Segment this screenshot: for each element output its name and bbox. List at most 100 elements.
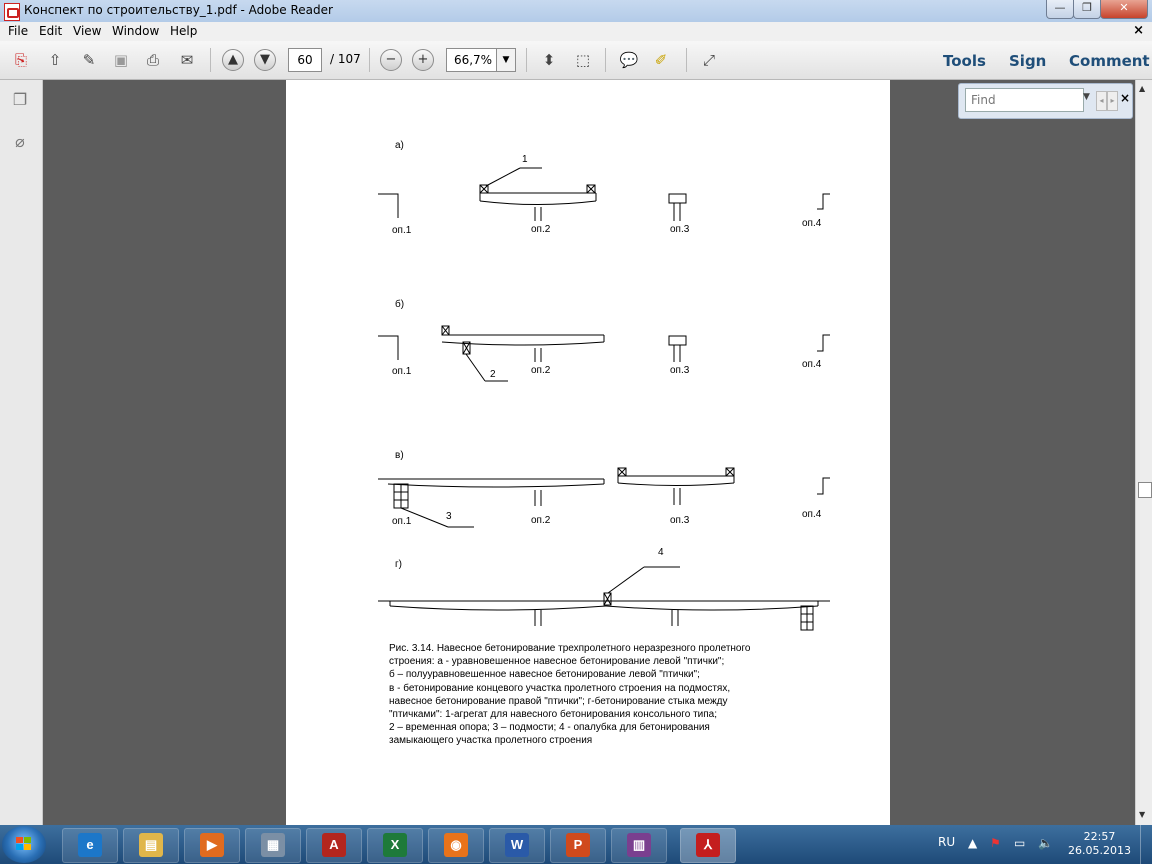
maximize-button[interactable]: ❐ (1073, 0, 1101, 19)
toolbar-separator (526, 48, 527, 72)
scrollbar-thumb[interactable] (1138, 482, 1152, 498)
action-center-icon[interactable]: ⚑ (990, 836, 1001, 850)
save-icon[interactable]: ▣ (110, 50, 132, 70)
fit-width-icon[interactable]: ⬚ (572, 50, 594, 70)
minimize-button[interactable]: — (1046, 0, 1074, 19)
taskbar-app-adobe-reader[interactable]: ⅄ (680, 828, 736, 863)
pier-label: оп.2 (531, 224, 551, 235)
scroll-up-icon[interactable]: ▲ (1139, 84, 1145, 93)
menu-window[interactable]: Window (112, 24, 159, 38)
volume-icon[interactable]: 🔈 (1038, 836, 1053, 850)
pages-icon[interactable]: ❐ (10, 90, 30, 112)
panel-letter: б) (395, 299, 405, 310)
create-pdf-icon[interactable]: ⎘ (10, 50, 32, 70)
pier-label: оп.1 (392, 225, 412, 236)
adobe-reader-icon: ⅄ (696, 833, 720, 857)
taskbar-app-explorer[interactable]: ▤ (123, 828, 179, 863)
taskbar-app-winrar[interactable]: ▥ (611, 828, 667, 863)
taskbar-app-excel[interactable]: X (367, 828, 423, 863)
comment-icon[interactable]: 💬 (618, 50, 640, 70)
caption-line: навесное бетонирование правой "птички"; … (389, 695, 728, 707)
vertical-scrollbar[interactable]: ▲ ▼ (1135, 80, 1152, 825)
email-icon[interactable]: ✉ (176, 50, 198, 70)
find-next-icon[interactable]: ▸ (1107, 91, 1118, 111)
pier-label: оп.4 (802, 218, 822, 229)
caption-line: замыкающего участка пролетного строения (389, 735, 593, 747)
toolbar-separator (605, 48, 606, 72)
language-indicator[interactable]: RU (938, 835, 955, 849)
callout-number: 3 (446, 511, 452, 522)
caption-line: строения: а - уравновешенное навесное бе… (389, 656, 725, 668)
open-file-icon[interactable]: ⇧ (44, 50, 66, 70)
menu-file[interactable]: File (8, 24, 28, 38)
callout-number: 4 (658, 547, 664, 558)
next-page-button[interactable]: ▼ (254, 49, 276, 71)
pier-4-outline (817, 193, 830, 210)
find-input[interactable]: Find (965, 88, 1084, 112)
caption-line: 2 – временная опора; 3 – подмости; 4 - о… (389, 722, 710, 734)
zoom-in-button[interactable]: + (412, 49, 434, 71)
taskbar-app-calculator[interactable]: ▦ (245, 828, 301, 863)
menu-help[interactable]: Help (170, 24, 197, 38)
tools-link[interactable]: Tools (943, 52, 986, 70)
zoom-input[interactable]: 66,7% (446, 48, 500, 72)
start-button[interactable] (2, 826, 46, 863)
excel-icon: X (383, 833, 407, 857)
pier-label: оп.4 (802, 509, 822, 520)
taskbar-app-word[interactable]: W (489, 828, 545, 863)
edit-file-icon[interactable]: ✎ (78, 50, 100, 70)
word-icon: W (505, 833, 529, 857)
attachments-icon[interactable]: ⌀ (10, 132, 30, 154)
find-bar: Find ▼ ◂ ▸ × (958, 83, 1133, 119)
firefox-icon: ◉ (444, 833, 468, 857)
clock[interactable]: 22:57 26.05.2013 (1068, 830, 1131, 858)
fit-page-icon[interactable]: ⬍ (538, 50, 560, 70)
figure-caption: Рис. 3.14. Навесное бетонирование трехпр… (389, 642, 849, 748)
zoom-out-button[interactable]: − (380, 49, 402, 71)
winrar-icon: ▥ (627, 833, 651, 857)
close-document-icon[interactable]: × (1133, 23, 1144, 38)
autocad-icon: A (322, 833, 346, 857)
show-desktop-button[interactable] (1140, 825, 1152, 864)
pier-3-cap (668, 193, 687, 204)
sign-link[interactable]: Sign (1009, 52, 1046, 70)
find-close-icon[interactable]: × (1120, 91, 1130, 105)
navigation-panel: ❐ ⌀ (0, 80, 43, 825)
menu-view[interactable]: View (73, 24, 101, 38)
caption-line: б – полууравновешенное навесное бетониро… (389, 669, 700, 681)
explorer-icon: ▤ (139, 833, 163, 857)
girder-bottom (479, 200, 597, 205)
taskbar-app-powerpoint[interactable]: P (550, 828, 606, 863)
adobe-reader-icon (4, 3, 20, 21)
network-icon[interactable]: ▭ (1014, 836, 1025, 850)
taskbar-app-autocad[interactable]: A (306, 828, 362, 863)
print-icon[interactable]: ⎙ (142, 50, 164, 70)
tray-expand-icon[interactable]: ▲ (968, 836, 977, 850)
pier-label: оп.2 (531, 365, 551, 376)
fullscreen-icon[interactable]: ⤢ (698, 50, 720, 70)
menu-edit[interactable]: Edit (39, 24, 62, 38)
page-number-input[interactable]: 60 (288, 48, 322, 72)
taskbar-app-ie[interactable]: e (62, 828, 118, 863)
powerpoint-icon: P (566, 833, 590, 857)
panel-letter: а) (395, 140, 404, 151)
clock-time: 22:57 (1083, 830, 1116, 843)
taskbar: e ▤ ▶ ▦ A X ◉ W P ▥ ⅄ RU ▲ ⚑ ▭ 🔈 22:57 26.05.2013 (0, 825, 1152, 864)
find-dropdown-icon[interactable]: ▼ (1083, 92, 1090, 102)
window-title: Конспект по строительству_1.pdf - Adobe … (24, 3, 333, 17)
taskbar-app-media-player[interactable]: ▶ (184, 828, 240, 863)
find-previous-icon[interactable]: ◂ (1096, 91, 1107, 111)
clock-date: 26.05.2013 (1068, 844, 1131, 857)
comment-link[interactable]: Comment (1069, 52, 1150, 70)
callout-number: 2 (490, 369, 496, 380)
previous-page-button[interactable]: ▲ (222, 49, 244, 71)
taskbar-app-firefox[interactable]: ◉ (428, 828, 484, 863)
close-button[interactable]: ✕ (1100, 0, 1148, 19)
scroll-down-icon[interactable]: ▼ (1139, 810, 1145, 819)
highlight-icon[interactable]: ✐ (650, 50, 672, 70)
toolbar-separator (210, 48, 211, 72)
callout-leader (485, 167, 521, 187)
zoom-dropdown-icon[interactable]: ▼ (496, 48, 516, 72)
caption-line: в - бетонирование концевого участка прол… (389, 682, 731, 694)
pier-label: оп.4 (802, 359, 822, 370)
